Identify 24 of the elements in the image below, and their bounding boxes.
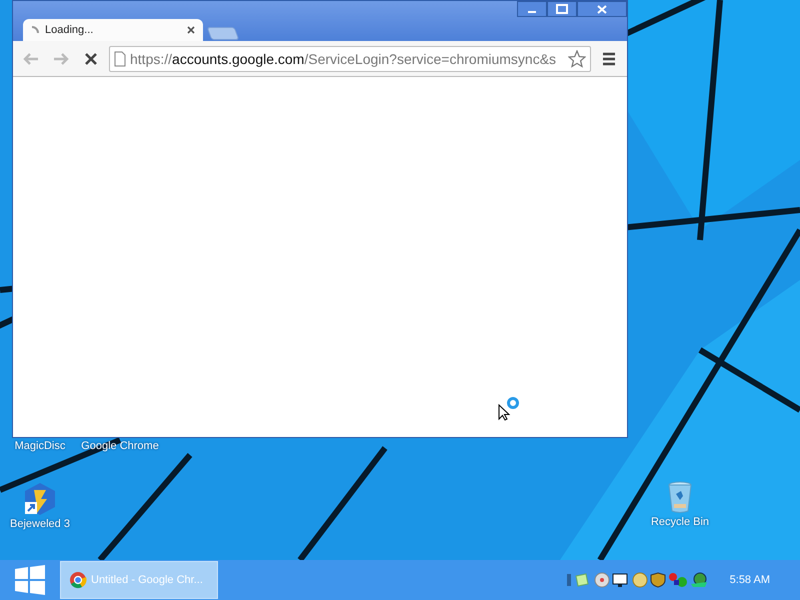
maximize-icon: [556, 4, 568, 14]
url-text: https://accounts.google.com/ServiceLogin?service=chromiumsync&s: [130, 50, 558, 66]
star-icon[interactable]: [568, 50, 586, 68]
monitor-icon[interactable]: [612, 572, 630, 588]
busy-cursor-icon: [497, 397, 521, 421]
minimize-button[interactable]: [517, 1, 547, 17]
shield-icon[interactable]: [650, 572, 666, 588]
icon-label[interactable]: Recycle Bin: [650, 516, 710, 528]
clock-text[interactable]: 5:58 AM: [730, 574, 770, 586]
maximize-button[interactable]: [547, 1, 577, 17]
gem-icon: [23, 482, 57, 516]
address-bar[interactable]: https://accounts.google.com/ServiceLogin?service=chromiumsync&s: [109, 46, 591, 72]
stop-icon: [84, 52, 98, 66]
icon-label[interactable]: Bejeweled 3: [10, 518, 70, 530]
browser-tab[interactable]: Loading...: [23, 19, 203, 41]
close-button[interactable]: [577, 1, 627, 17]
menu-icon: [602, 52, 616, 66]
close-icon[interactable]: [187, 26, 195, 34]
page-icon: [114, 50, 126, 66]
windows-logo-icon: [14, 565, 46, 595]
minimize-icon: [528, 11, 536, 13]
close-icon: [597, 4, 607, 14]
chrome-icon: [69, 571, 87, 589]
icon-label[interactable]: MagicDisc: [14, 440, 66, 452]
